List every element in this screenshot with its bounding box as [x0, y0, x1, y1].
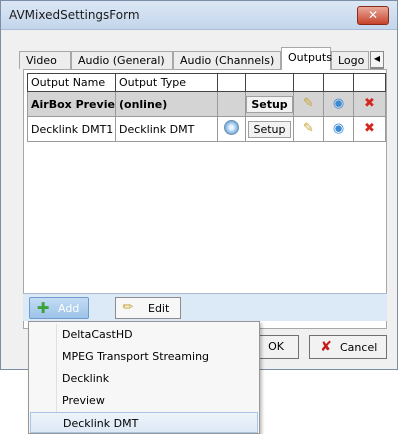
- tab-outputs[interactable]: Outputs: [281, 47, 332, 70]
- tools-icon[interactable]: ✎: [301, 96, 317, 112]
- cancel-x-icon: ✘: [320, 339, 332, 355]
- table-row[interactable]: Decklink DMT1 Decklink DMT Setup ✎ ◉ ✖: [27, 116, 386, 142]
- pencil-icon: ✏: [122, 300, 134, 315]
- output-type-cell: (online): [115, 91, 218, 117]
- add-button[interactable]: ✚ Add: [29, 297, 89, 319]
- table-row[interactable]: AirBox Preview (online) Setup ✎ ◉ ✖: [27, 91, 386, 117]
- title-bar: AVMixedSettingsForm ✕: [1, 1, 397, 30]
- disc-icon: [224, 120, 239, 135]
- outputs-grid: Output Name Output Type AirBox Preview (…: [27, 73, 386, 142]
- output-name-cell: Decklink DMT1: [27, 116, 116, 142]
- cancel-label: Cancel: [340, 341, 378, 354]
- close-button[interactable]: ✕: [357, 6, 389, 25]
- plus-icon: ✚: [36, 299, 50, 317]
- edit-button[interactable]: ✏ Edit: [115, 297, 181, 319]
- tab-audio-channels[interactable]: Audio (Channels): [173, 51, 281, 69]
- settings-window: AVMixedSettingsForm ✕ Video Audio (Gener…: [0, 0, 398, 370]
- delete-icon[interactable]: ✖: [362, 121, 378, 137]
- tab-audio-general[interactable]: Audio (General): [71, 51, 173, 69]
- menu-item-decklink-dmt[interactable]: Decklink DMT: [30, 412, 258, 433]
- close-icon: ✕: [367, 8, 379, 22]
- add-output-menu: DeltaCastHD MPEG Transport Streaming Dec…: [28, 321, 260, 434]
- add-label: Add: [58, 302, 80, 315]
- cancel-button[interactable]: ✘ Cancel: [309, 335, 387, 359]
- menu-item-decklink[interactable]: Decklink: [30, 368, 258, 389]
- tab-logo[interactable]: Logo: [331, 51, 369, 69]
- grid-header: Output Name Output Type: [27, 73, 386, 92]
- menu-item-deltacasthd[interactable]: DeltaCastHD: [30, 324, 258, 345]
- delete-icon[interactable]: ✖: [362, 96, 378, 112]
- window-title: AVMixedSettingsForm: [9, 8, 140, 22]
- setup-button[interactable]: Setup: [248, 120, 291, 138]
- col-output-type: Output Type: [115, 73, 218, 92]
- menu-item-mpeg-transport-streaming[interactable]: MPEG Transport Streaming: [30, 346, 258, 367]
- setup-button[interactable]: Setup: [246, 95, 293, 113]
- globe-icon[interactable]: ◉: [331, 121, 347, 137]
- tab-video[interactable]: Video: [19, 51, 71, 69]
- edit-label: Edit: [148, 302, 170, 315]
- menu-item-preview[interactable]: Preview: [30, 390, 258, 411]
- tools-icon[interactable]: ✎: [301, 121, 317, 137]
- globe-icon[interactable]: ◉: [331, 96, 347, 112]
- scroll-left-icon[interactable]: ◀: [370, 51, 384, 68]
- output-name-cell: AirBox Preview: [27, 91, 116, 117]
- grid-toolbar: ✚ Add ✏ Edit: [23, 293, 387, 321]
- output-type-cell: Decklink DMT: [115, 116, 218, 142]
- col-output-name: Output Name: [27, 73, 116, 92]
